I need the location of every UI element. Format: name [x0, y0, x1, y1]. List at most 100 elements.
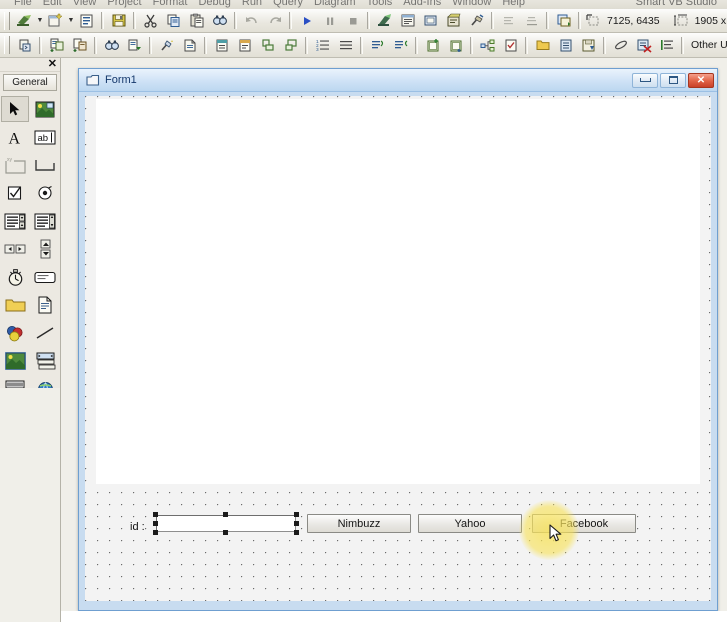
shape-tool[interactable] — [1, 320, 29, 346]
paste-button[interactable] — [186, 11, 207, 31]
align-bottom-button[interactable] — [521, 11, 542, 31]
add-copy-button[interactable] — [69, 35, 90, 55]
form-close-button[interactable]: ✕ — [688, 72, 714, 88]
data-view-button[interactable] — [553, 11, 574, 31]
save-project-button[interactable] — [108, 11, 129, 31]
undo-button[interactable] — [241, 11, 262, 31]
cut-button[interactable] — [140, 11, 161, 31]
object-browser-button[interactable] — [443, 11, 464, 31]
id-textbox[interactable] — [156, 515, 296, 532]
menu-item-addins[interactable]: Add-Ins — [403, 0, 441, 8]
properties-window-button[interactable] — [397, 11, 418, 31]
menu-editor-button[interactable] — [76, 11, 97, 31]
yahoo-button[interactable]: Yahoo — [418, 514, 522, 533]
add-control-button[interactable] — [422, 35, 443, 55]
form-design-surface[interactable]: id : Nimbuzz Yahoo Facebook — [85, 96, 711, 601]
add-project-dropdown-icon[interactable]: ▼ — [36, 11, 44, 31]
menu-item-view[interactable]: View — [73, 0, 97, 8]
facebook-button[interactable]: Facebook — [532, 514, 636, 533]
form-layout-button[interactable] — [420, 11, 441, 31]
add-form-dropdown-icon[interactable]: ▼ — [67, 11, 75, 31]
report-button[interactable] — [555, 35, 576, 55]
indent-block-button[interactable] — [257, 35, 278, 55]
end-button[interactable] — [342, 11, 363, 31]
picturebox-tool[interactable] — [31, 96, 59, 122]
uncomment-block-button[interactable] — [390, 35, 411, 55]
timer-tool[interactable] — [1, 264, 29, 290]
clean-code-button[interactable] — [156, 35, 177, 55]
textbox-tool[interactable]: ab — [31, 124, 59, 150]
form-minimize-button[interactable] — [632, 72, 658, 88]
start-button[interactable] — [296, 11, 317, 31]
form-titlebar[interactable]: Form1 ✕ — [79, 69, 717, 92]
checkbox-tool[interactable] — [1, 180, 29, 206]
document-format-button[interactable] — [234, 35, 255, 55]
save-blue-button[interactable] — [578, 35, 599, 55]
menu-item-debug[interactable]: Debug — [198, 0, 230, 8]
add-project-button[interactable] — [14, 11, 35, 31]
code-module-button[interactable] — [14, 35, 35, 55]
find-in-files-button[interactable] — [101, 35, 122, 55]
delete-item-button[interactable] — [633, 35, 654, 55]
dirlistbox-tool[interactable] — [1, 292, 29, 318]
menu-item-edit[interactable]: Edit — [43, 0, 62, 8]
nimbuzz-button[interactable]: Nimbuzz — [307, 514, 411, 533]
minimize-icon — [639, 78, 651, 82]
align-left-button[interactable] — [498, 11, 519, 31]
other-utilities-dropdown[interactable]: Other Utilities ▼ — [687, 37, 727, 53]
menu-item-file[interactable]: File — [14, 0, 32, 8]
filelistbox-tool[interactable] — [31, 292, 59, 318]
combobox-tool[interactable] — [1, 208, 29, 234]
data-tool[interactable] — [31, 348, 59, 374]
optionbutton-tool[interactable] — [31, 180, 59, 206]
project-explorer-button[interactable] — [374, 11, 395, 31]
menu-item-window[interactable]: Window — [452, 0, 491, 8]
redo-button[interactable] — [264, 11, 285, 31]
listbox-tool[interactable] — [31, 208, 59, 234]
form-maximize-button[interactable] — [660, 72, 686, 88]
drivelistbox-tool[interactable] — [31, 264, 59, 290]
task-list-button[interactable] — [500, 35, 521, 55]
frame-tool[interactable]: xy — [1, 152, 29, 178]
pointer-tool[interactable] — [1, 96, 29, 122]
menu-item-tools[interactable]: Tools — [367, 0, 393, 8]
close-icon[interactable]: ✕ — [48, 58, 57, 70]
find-button[interactable] — [209, 11, 230, 31]
toolbox-tab-general[interactable]: General — [3, 74, 57, 91]
new-document-button[interactable] — [179, 35, 200, 55]
copy-button[interactable] — [163, 11, 184, 31]
menu-item-help[interactable]: Help — [502, 0, 525, 8]
image-tool[interactable] — [1, 348, 29, 374]
label-tool[interactable]: A — [1, 124, 29, 150]
commandbutton-tool[interactable] — [31, 152, 59, 178]
size-readout-value: 1905 x 315 — [694, 14, 727, 27]
add-resource-button[interactable] — [445, 35, 466, 55]
sort-list-button[interactable] — [656, 35, 677, 55]
svg-text:3: 3 — [316, 47, 319, 52]
toolbar-separator — [603, 36, 606, 54]
toolbar-grip[interactable] — [4, 11, 10, 30]
review-source-button[interactable] — [211, 35, 232, 55]
eraser-button[interactable] — [610, 35, 631, 55]
menu-item-diagram[interactable]: Diagram — [314, 0, 356, 8]
menu-item-query[interactable]: Query — [273, 0, 303, 8]
replace-button[interactable] — [124, 35, 145, 55]
add-form-button[interactable] — [45, 11, 66, 31]
addins-toolbar-grip[interactable] — [4, 36, 10, 54]
bullet-list-button[interactable] — [335, 35, 356, 55]
line-tool[interactable] — [31, 320, 59, 346]
outdent-block-button[interactable] — [280, 35, 301, 55]
toolbox-hammer-button[interactable] — [466, 11, 487, 31]
comment-block-button[interactable] — [367, 35, 388, 55]
hscrollbar-tool[interactable] — [1, 236, 29, 262]
menu-item-format[interactable]: Format — [153, 0, 188, 8]
open-folder-button[interactable] — [532, 35, 553, 55]
numbered-list-button[interactable]: 123 — [312, 35, 333, 55]
vscrollbar-tool[interactable] — [31, 236, 59, 262]
add-procedure-button[interactable] — [46, 35, 67, 55]
menu-item-run[interactable]: Run — [242, 0, 262, 8]
menu-item-project[interactable]: Project — [107, 0, 141, 8]
break-button[interactable] — [319, 11, 340, 31]
hierarchy-button[interactable] — [477, 35, 498, 55]
form-white-panel[interactable] — [96, 99, 700, 484]
